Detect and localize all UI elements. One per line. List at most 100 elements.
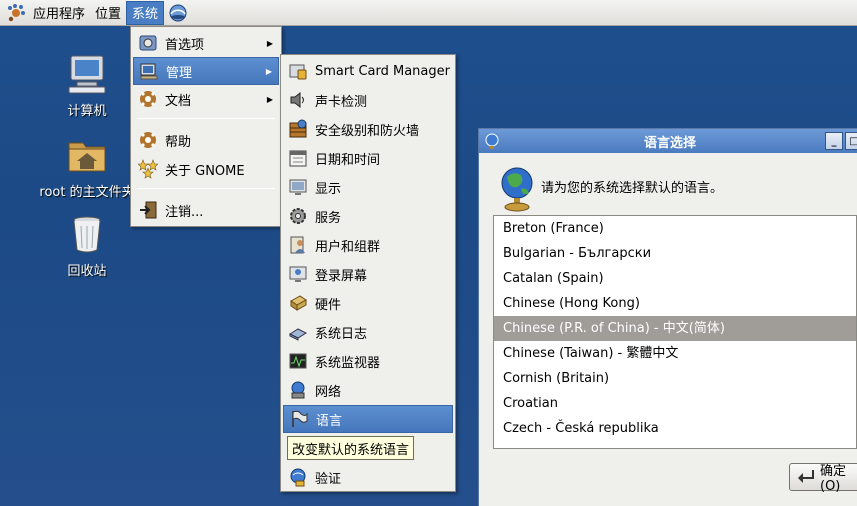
globe-icon [497,165,537,213]
menu-item-smart-card-manager[interactable]: Smart Card Manager [283,57,453,85]
language-option[interactable]: Breton (France) [494,216,856,241]
home-folder-icon [65,133,109,177]
hardware-icon [287,292,309,314]
help-icon [137,129,159,151]
services-icon [287,205,309,227]
menu-item-label: 用户和组群 [315,239,381,255]
administration-submenu: Smart Card Manager 声卡检测 安全级别和防火墙 日期和时间 显… [280,54,456,492]
system-log-icon [287,321,309,343]
menu-item-label: 声卡检测 [315,94,368,110]
menu-item-display[interactable]: 显示 [283,173,453,201]
menu-item-logout[interactable]: 注销... [133,196,279,224]
menu-item-label: 文档 [165,93,192,109]
menu-item-preferences[interactable]: 首选项 ▶ [133,29,279,57]
menu-separator [137,188,275,189]
minimize-button[interactable]: _ [825,132,843,150]
desktop-icon-label: 计算机 [67,104,107,119]
users-icon [287,234,309,256]
menu-item-login-screen[interactable]: 登录屏幕 [283,260,453,288]
globe-icon [483,132,501,150]
language-option[interactable]: Czech - Česká republika [494,416,856,441]
menu-item-administration[interactable]: 管理 ▶ [133,57,279,85]
logout-icon [137,199,159,221]
firewall-icon [287,118,309,140]
submenu-arrow-icon: ▶ [266,38,273,48]
system-menu[interactable]: 系统 [126,0,165,25]
menu-item-label: 首选项 [165,37,205,53]
documents-icon [137,88,159,110]
menu-item-label: 系统日志 [315,326,368,342]
preferences-icon [137,32,159,54]
dialog-titlebar[interactable]: 语言选择 _ □ [479,129,857,153]
menu-item-firewall[interactable]: 安全级别和防火墙 [283,115,453,143]
menu-item-about-gnome[interactable]: 关于 GNOME [133,155,279,183]
language-list[interactable]: Breton (France) Bulgarian - Български Ca… [493,215,857,449]
menu-item-network[interactable]: 网络 [283,376,453,404]
home-folder-desktop-icon[interactable]: root 的主文件夹 [37,133,137,200]
menu-item-label: Smart Card Manager [315,63,450,79]
system-monitor-icon [287,350,309,372]
menu-item-label: 安全级别和防火墙 [315,123,420,139]
trash-icon [65,212,109,256]
menu-item-label: 系统监视器 [315,355,381,371]
display-icon [287,176,309,198]
language-option[interactable]: Croatian [494,391,856,416]
places-menu[interactable]: 位置 [90,1,126,25]
menu-item-date-time[interactable]: 日期和时间 [283,144,453,172]
dialog-title: 语言选择 [643,135,696,151]
computer-desktop-icon[interactable]: 计算机 [37,52,137,119]
trash-desktop-icon[interactable]: 回收站 [37,212,137,279]
dialog-prompt: 请为您的系统选择默认的语言。 [541,181,724,196]
language-option[interactable]: Chinese (Hong Kong) [494,291,856,316]
menu-item-label: 管理 [166,65,193,81]
menu-item-label: 日期和时间 [315,152,381,168]
menu-item-sound-card[interactable]: 声卡检测 [283,86,453,114]
submenu-arrow-icon: ▶ [266,94,273,104]
desktop-icon-label: 回收站 [67,264,107,279]
desktop-icon-label: root 的主文件夹 [39,185,135,200]
menu-item-label: 显示 [315,181,342,197]
language-option[interactable]: Catalan (Spain) [494,266,856,291]
menu-item-services[interactable]: 服务 [283,202,453,230]
smart-card-icon [287,60,309,82]
menu-item-label: 服务 [315,210,342,226]
menu-item-authentication[interactable]: 验证 [283,463,453,491]
applications-menu[interactable]: 应用程序 [28,1,90,25]
gnome-foot-icon[interactable] [4,1,28,25]
language-option-selected[interactable]: Chinese (P.R. of China) - 中文(简体) [494,316,856,341]
ok-arrow-icon [796,468,816,486]
menu-item-label: 网络 [315,384,342,400]
language-tooltip: 改变默认的系统语言 [287,436,415,460]
network-icon [287,379,309,401]
menu-item-label: 关于 GNOME [165,163,245,179]
menu-item-label: 注销... [165,204,204,220]
administration-icon [138,60,160,82]
language-option[interactable]: Chinese (Taiwan) - 繁體中文 [494,341,856,366]
menu-separator [137,118,275,119]
menu-item-system-monitor[interactable]: 系统监视器 [283,347,453,375]
computer-icon [65,52,109,96]
menu-item-system-log[interactable]: 系统日志 [283,318,453,346]
language-option[interactable]: Bulgarian - Български [494,241,856,266]
menu-item-help[interactable]: 帮助 [133,126,279,154]
language-option[interactable]: Cornish (Britain) [494,366,856,391]
menu-item-language[interactable]: 语言 [283,405,453,433]
date-time-icon [287,147,309,169]
language-selection-dialog: 语言选择 _ □ 请为您的系统选择默认的语言。 Breton (France) … [478,128,857,506]
gnome-footprint-icon [137,158,159,180]
menu-item-label: 硬件 [315,297,342,313]
maximize-button[interactable]: □ [845,132,857,150]
network-globe-icon[interactable] [166,1,190,25]
authentication-icon [287,466,309,488]
menu-item-label: 帮助 [165,134,192,150]
language-icon [288,408,310,430]
login-screen-icon [287,263,309,285]
menu-item-label: 登录屏幕 [315,268,368,284]
menu-item-documents[interactable]: 文档 ▶ [133,85,279,113]
menu-item-hardware[interactable]: 硬件 [283,289,453,317]
ok-button[interactable]: 确定(O) [789,463,857,494]
top-panel: 应用程序 位置 系统 [0,0,857,26]
menu-item-label: 语言 [316,413,343,429]
menu-item-users-groups[interactable]: 用户和组群 [283,231,453,259]
submenu-arrow-icon: ▶ [265,66,272,76]
